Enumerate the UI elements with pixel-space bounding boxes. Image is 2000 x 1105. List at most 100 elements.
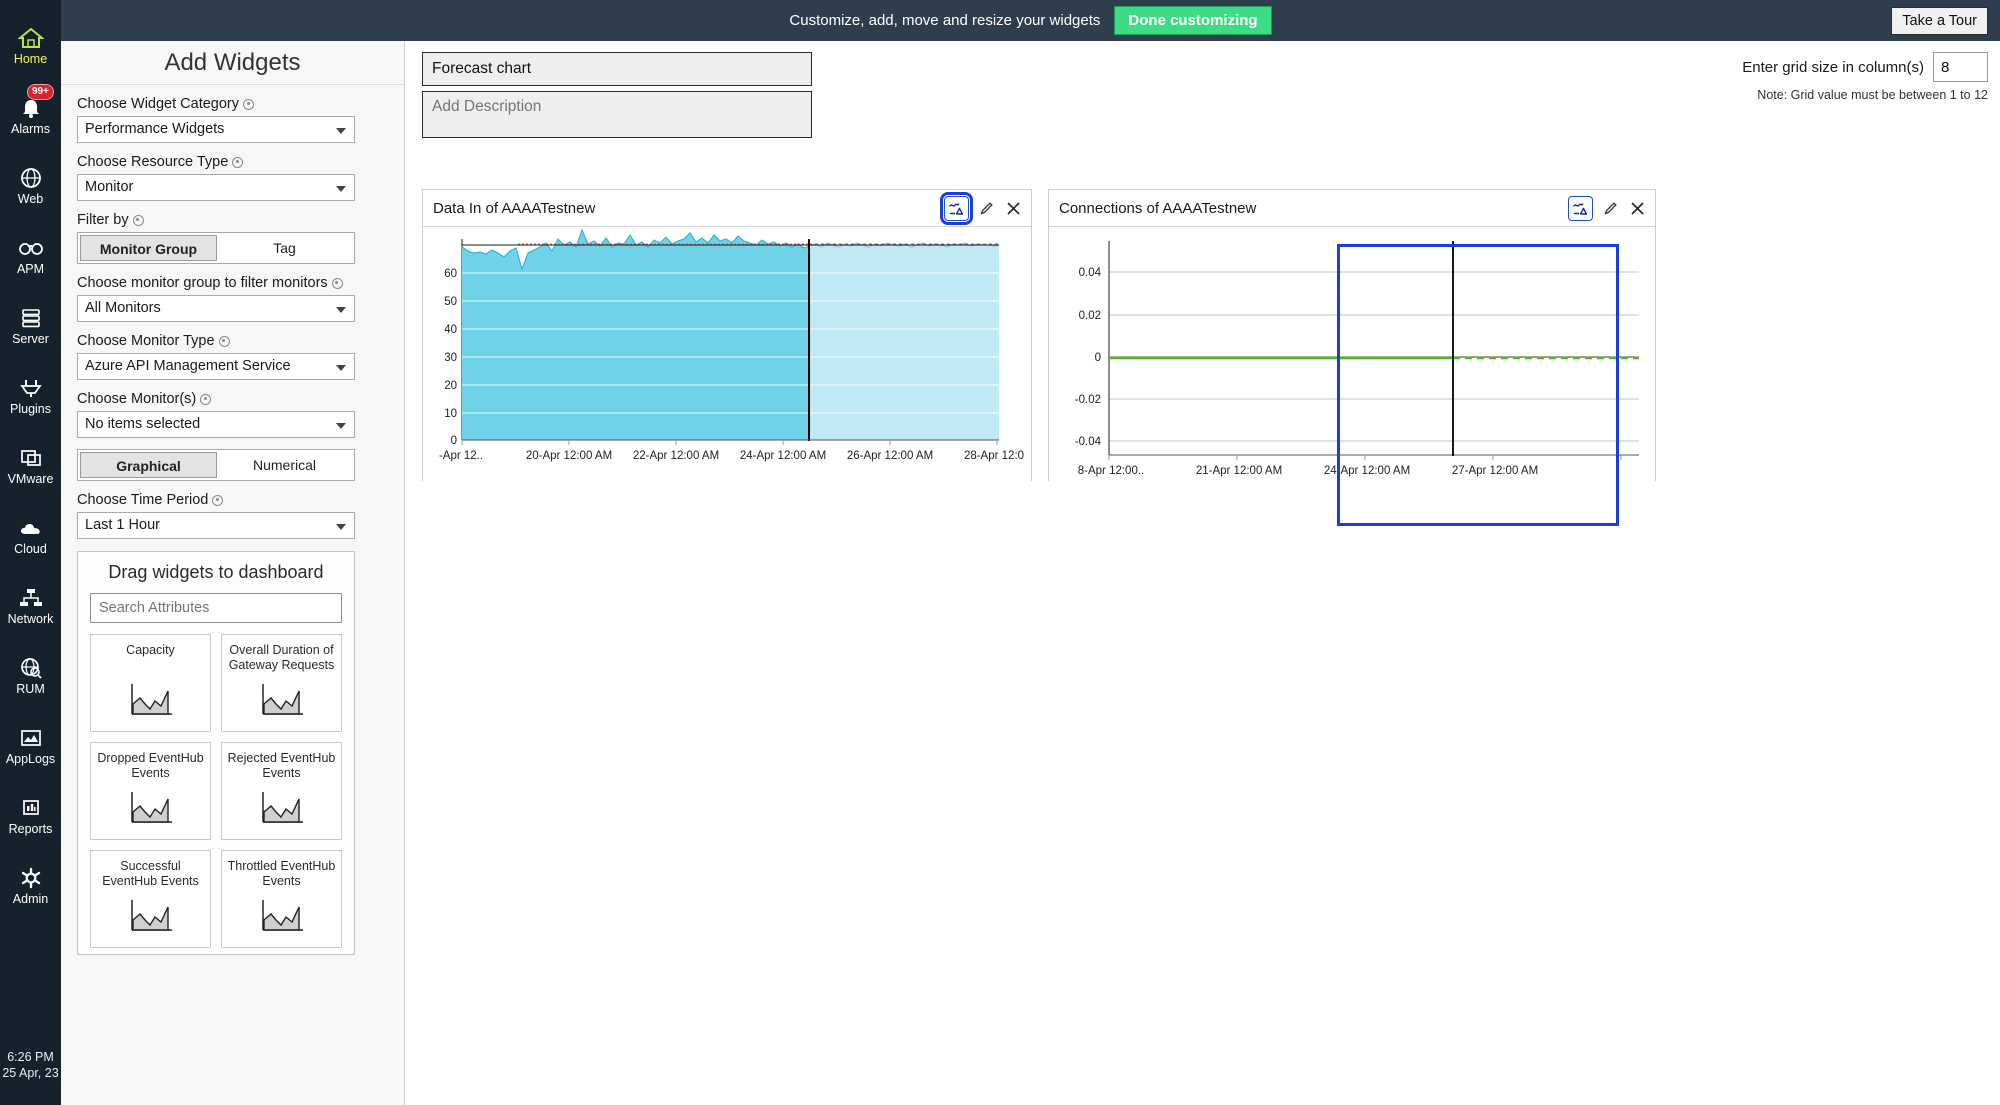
forecast-icon[interactable] bbox=[944, 196, 969, 221]
chevron-down-icon bbox=[336, 365, 346, 371]
plug-icon bbox=[17, 375, 45, 401]
selected-value: Performance Widgets bbox=[85, 121, 224, 137]
sidebar-item-network[interactable]: Network bbox=[0, 570, 61, 640]
info-icon[interactable] bbox=[212, 495, 223, 506]
chevron-down-icon bbox=[336, 423, 346, 429]
forecast-icon[interactable] bbox=[1568, 196, 1593, 221]
field-widget-category: Choose Widget Category Performance Widge… bbox=[77, 96, 389, 143]
field-monitor-group: Choose monitor group to filter monitors … bbox=[77, 275, 389, 322]
label-text: Filter by bbox=[77, 212, 129, 228]
svg-text:24-Apr 12:00 AM: 24-Apr 12:00 AM bbox=[740, 450, 826, 462]
svg-text:0: 0 bbox=[451, 435, 457, 447]
widget-title: Connections of AAAATestnew bbox=[1059, 200, 1568, 217]
dashboard-title-input[interactable] bbox=[422, 52, 812, 86]
widget-panel-data-in: Data In of AAAATestnew bbox=[422, 189, 1032, 481]
widget-card[interactable]: Overall Duration of Gateway Requests bbox=[221, 634, 342, 732]
info-icon[interactable] bbox=[133, 215, 144, 226]
info-icon[interactable] bbox=[200, 394, 211, 405]
sparkline-icon bbox=[259, 682, 305, 723]
take-a-tour-button[interactable]: Take a Tour bbox=[1891, 7, 1988, 35]
resource-type-select[interactable]: Monitor bbox=[77, 174, 355, 201]
drag-widgets-panel: Drag widgets to dashboard Capacity Overa… bbox=[77, 551, 355, 955]
field-monitor-type: Choose Monitor Type Azure API Management… bbox=[77, 333, 389, 380]
windows-stack-icon bbox=[17, 445, 45, 471]
sidebar-item-label: Home bbox=[14, 53, 47, 66]
selected-value: No items selected bbox=[85, 416, 200, 432]
sidebar-item-vmware[interactable]: VMware bbox=[0, 430, 61, 500]
sidebar-item-plugins[interactable]: Plugins bbox=[0, 360, 61, 430]
server-stack-icon bbox=[17, 305, 45, 331]
view-option-graphical[interactable]: Graphical bbox=[80, 452, 217, 478]
svg-text:-Apr 12..: -Apr 12.. bbox=[439, 450, 483, 462]
filter-option-tag[interactable]: Tag bbox=[217, 235, 352, 261]
sidebar-item-applogs[interactable]: AppLogs bbox=[0, 710, 61, 780]
info-icon[interactable] bbox=[332, 278, 343, 289]
sidebar-item-rum[interactable]: RUM bbox=[0, 640, 61, 710]
time-period-select[interactable]: Last 1 Hour bbox=[77, 512, 355, 539]
chevron-down-icon bbox=[336, 524, 346, 530]
widget-card[interactable]: Successful EventHub Events bbox=[90, 850, 211, 948]
widget-header: Data In of AAAATestnew bbox=[423, 190, 1031, 227]
filter-option-monitor-group[interactable]: Monitor Group bbox=[80, 235, 217, 261]
info-icon[interactable] bbox=[219, 336, 230, 347]
search-attributes-input[interactable] bbox=[90, 593, 342, 623]
done-customizing-button[interactable]: Done customizing bbox=[1114, 6, 1271, 35]
dashboard-canvas: Enter grid size in column(s) Note: Grid … bbox=[405, 41, 2000, 1105]
label-text: Choose monitor group to filter monitors bbox=[77, 275, 328, 291]
label-text: Choose Monitor(s) bbox=[77, 391, 196, 407]
monitor-group-select[interactable]: All Monitors bbox=[77, 295, 355, 322]
dashboard-description-input[interactable] bbox=[422, 91, 812, 138]
top-bar: Customize, add, move and resize your wid… bbox=[61, 0, 2000, 41]
pencil-icon[interactable] bbox=[1600, 197, 1620, 219]
monitor-type-select[interactable]: Azure API Management Service bbox=[77, 353, 355, 380]
info-icon[interactable] bbox=[243, 99, 254, 110]
report-chart-icon bbox=[17, 795, 45, 821]
time-period-label: Choose Time Period bbox=[77, 492, 389, 508]
view-option-numerical[interactable]: Numerical bbox=[217, 452, 352, 478]
widget-actions bbox=[1568, 196, 1647, 221]
sidebar-item-label: Reports bbox=[9, 823, 53, 836]
close-icon[interactable] bbox=[1627, 197, 1647, 219]
sidebar-item-alarms[interactable]: 99+ Alarms bbox=[0, 80, 61, 150]
clock-date: 25 Apr, 23 bbox=[0, 1065, 61, 1081]
filter-by-label: Filter by bbox=[77, 212, 389, 228]
sidebar-item-apm[interactable]: APM bbox=[0, 220, 61, 290]
widget-card[interactable]: Dropped EventHub Events bbox=[90, 742, 211, 840]
svg-text:21-Apr 12:00 AM: 21-Apr 12:00 AM bbox=[1196, 465, 1282, 477]
grid-size-input[interactable] bbox=[1933, 52, 1988, 82]
widget-category-label: Choose Widget Category bbox=[77, 96, 389, 112]
info-icon[interactable] bbox=[232, 157, 243, 168]
sidebar-item-web[interactable]: Web bbox=[0, 150, 61, 220]
widget-card-label: Throttled EventHub Events bbox=[222, 859, 341, 889]
close-icon[interactable] bbox=[1003, 197, 1023, 219]
svg-text:26-Apr 12:00 AM: 26-Apr 12:00 AM bbox=[847, 450, 933, 462]
customize-message: Customize, add, move and resize your wid… bbox=[789, 12, 1100, 29]
svg-text:-0.02: -0.02 bbox=[1075, 394, 1101, 406]
widget-card[interactable]: Capacity bbox=[90, 634, 211, 732]
sidebar-item-home[interactable]: Home bbox=[0, 10, 61, 80]
widget-card-label: Dropped EventHub Events bbox=[91, 751, 210, 781]
svg-text:20-Apr 12:00 AM: 20-Apr 12:00 AM bbox=[526, 450, 612, 462]
sidebar-item-label: RUM bbox=[16, 683, 44, 696]
field-filter-by: Filter by Monitor Group Tag bbox=[77, 212, 389, 264]
chevron-down-icon bbox=[336, 128, 346, 134]
svg-text:20: 20 bbox=[444, 380, 457, 392]
sidebar-item-cloud[interactable]: Cloud bbox=[0, 500, 61, 570]
chart-data-in: 0 10 20 30 40 50 60 -Apr 12.. 20-Apr 12:… bbox=[423, 227, 1031, 481]
grid-size-control: Enter grid size in column(s) bbox=[1742, 52, 1988, 82]
svg-text:60: 60 bbox=[444, 268, 457, 280]
widget-category-select[interactable]: Performance Widgets bbox=[77, 116, 355, 143]
widget-card[interactable]: Throttled EventHub Events bbox=[221, 850, 342, 948]
pencil-icon[interactable] bbox=[976, 197, 996, 219]
sidebar-form: Choose Widget Category Performance Widge… bbox=[61, 86, 405, 1105]
chevron-down-icon bbox=[336, 186, 346, 192]
widget-card[interactable]: Rejected EventHub Events bbox=[221, 742, 342, 840]
sidebar-item-server[interactable]: Server bbox=[0, 290, 61, 360]
globe-icon bbox=[17, 165, 45, 191]
widget-title: Data In of AAAATestnew bbox=[433, 200, 944, 217]
sidebar-item-reports[interactable]: Reports bbox=[0, 780, 61, 850]
sidebar-item-admin[interactable]: Admin bbox=[0, 850, 61, 920]
monitors-select[interactable]: No items selected bbox=[77, 411, 355, 438]
selected-value: Last 1 Hour bbox=[85, 517, 160, 533]
widget-card-grid: Capacity Overall Duration of Gateway Req… bbox=[90, 634, 342, 948]
